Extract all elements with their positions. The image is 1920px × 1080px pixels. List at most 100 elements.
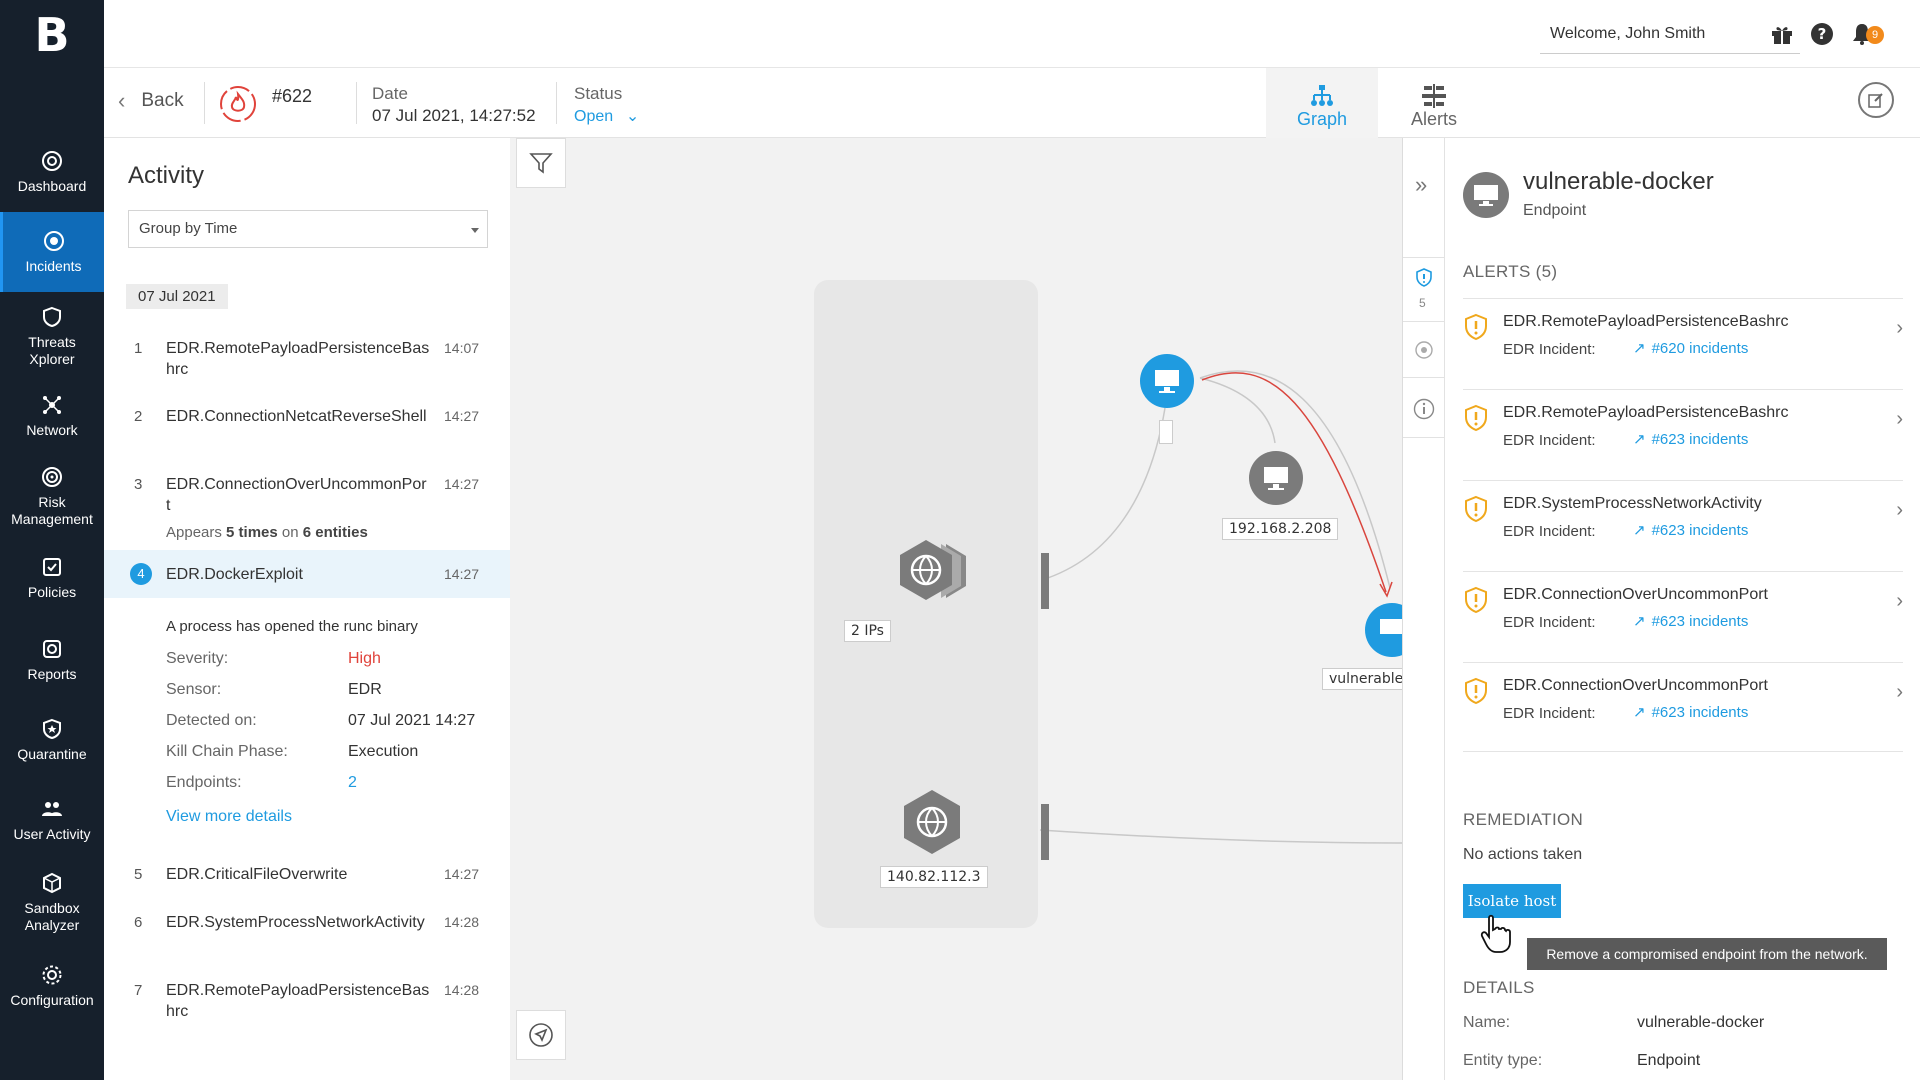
activity-item[interactable]: 6 EDR.SystemProcessNetworkActivity 14:28 [104, 910, 510, 962]
edit-icon [1868, 93, 1883, 108]
incident-link-label: #623 incidents [1651, 703, 1749, 721]
status-value: Open [574, 108, 614, 125]
activity-item[interactable]: 3 EDR.ConnectionOverUncommonPort 14:27 A… [104, 466, 510, 544]
activity-number: 7 [134, 982, 143, 999]
incident-fire-icon [220, 86, 256, 122]
gift-icon[interactable] [1770, 22, 1794, 46]
appears-times: 5 times [226, 524, 278, 541]
activity-number: 2 [134, 408, 143, 425]
tab-graph[interactable]: Graph [1266, 68, 1378, 138]
isolate-host-button[interactable]: Isolate host [1463, 884, 1561, 918]
appears-prefix: Appears [166, 524, 222, 541]
incident-id: #622 [272, 86, 313, 106]
nav-item-dashboard[interactable]: Dashboard [0, 150, 104, 210]
activity-time: 14:27 [444, 476, 480, 492]
incident-link[interactable]: ↗ #620 incidents [1633, 339, 1748, 358]
endpoints-link[interactable]: 2 [348, 774, 357, 792]
monitor-node-icon[interactable] [1138, 352, 1196, 410]
alert-row[interactable]: EDR.ConnectionOverUncommonPort EDR Incid… [1463, 571, 1903, 661]
activity-appears: Appears 5 times on 6 entities [166, 524, 368, 541]
alerts-count-button[interactable]: 5 [1403, 258, 1445, 322]
warning-shield-icon [1465, 495, 1487, 523]
graph-canvas[interactable]: 2 IPs 140.82.112.3 192.168.2.208 vulnera… [510, 138, 1415, 1080]
incident-link[interactable]: ↗ #623 incidents [1633, 612, 1748, 631]
activity-time: 14:28 [444, 914, 480, 930]
incident-link-label: #623 incidents [1651, 521, 1749, 539]
alert-sub: EDR Incident: [1503, 614, 1596, 631]
detail-label: Severity: [166, 650, 229, 667]
nav-item-network[interactable]: Network [0, 394, 104, 450]
nav-item-risk-management[interactable]: Risk Management [0, 466, 104, 536]
nav-label: Sandbox Analyzer [24, 900, 80, 933]
alert-row[interactable]: EDR.RemotePayloadPersistenceBashrc EDR I… [1463, 389, 1903, 479]
node-label: 2 IPs [844, 620, 891, 642]
nav-item-user-activity[interactable]: User Activity [0, 798, 104, 856]
hand-cursor-icon [1480, 914, 1511, 953]
globe-icon[interactable] [900, 788, 964, 858]
group-by-select[interactable]: Group by Time [128, 210, 488, 248]
alert-row[interactable]: EDR.SystemProcessNetworkActivity EDR Inc… [1463, 480, 1903, 570]
node-label: 140.82.112.3 [880, 866, 988, 888]
alert-name: EDR.SystemProcessNetworkActivity [1503, 495, 1762, 512]
warning-shield-icon [1465, 677, 1487, 705]
activity-panel: Activity Group by Time 07 Jul 2021 1 EDR… [104, 138, 510, 1080]
date-label: Date [372, 84, 408, 103]
help-icon[interactable]: ? [1810, 22, 1834, 46]
alert-sub: EDR Incident: [1503, 705, 1596, 722]
risk-icon [42, 467, 62, 487]
monitor-node-icon[interactable] [1248, 450, 1304, 506]
info-button[interactable] [1403, 378, 1445, 438]
alert-row[interactable]: EDR.ConnectionOverUncommonPort EDR Incid… [1463, 662, 1903, 752]
activity-name: EDR.RemotePayloadPersistenceBashrc [166, 982, 430, 1020]
activity-item[interactable]: 2 EDR.ConnectionNetcatReverseShell 14:27 [104, 398, 510, 450]
nav-item-quarantine[interactable]: Quarantine [0, 718, 104, 776]
status-dropdown[interactable]: Open ⌄ [574, 106, 639, 126]
activity-item[interactable]: 1 EDR.RemotePayloadPersistenceBashrc 14:… [104, 330, 510, 382]
incident-link[interactable]: ↗ #623 incidents [1633, 703, 1749, 722]
chevron-right-icon: › [1896, 590, 1903, 612]
external-link-icon: ↗ [1633, 704, 1646, 721]
activity-item-selected[interactable]: 4 EDR.DockerExploit 14:27 [104, 550, 510, 598]
monitor-node-icon[interactable] [1362, 600, 1402, 660]
graph-edge [1041, 407, 1166, 581]
activity-number: 5 [134, 866, 143, 883]
alert-description: A process has opened the runc binary [166, 618, 418, 635]
logo[interactable]: B [0, 0, 104, 70]
activity-item[interactable]: 7 EDR.RemotePayloadPersistenceBashrc 14:… [104, 978, 510, 1030]
back-button[interactable]: ‹ Back [118, 88, 184, 114]
nav-item-configuration[interactable]: Configuration [0, 964, 104, 1022]
globe-stack-icon[interactable] [894, 536, 974, 616]
nav-item-incidents[interactable]: Incidents [0, 212, 104, 292]
nav-item-policies[interactable]: Policies [0, 556, 104, 612]
sidebar: B › Dashboard Incidents Threats Xplorer … [0, 0, 118, 1080]
collapse-panel-button[interactable]: » [1403, 138, 1445, 258]
double-chevron-right-icon: » [1415, 172, 1428, 197]
chevron-right-icon: › [1896, 681, 1903, 703]
edit-button[interactable] [1858, 82, 1894, 118]
divider [556, 82, 557, 124]
date-value: 07 Jul 2021, 14:27:52 [372, 106, 536, 125]
severity-value: High [348, 650, 381, 667]
alerts-section-title: ALERTS (5) [1463, 262, 1558, 281]
nav-item-sandbox-analyzer[interactable]: Sandbox Analyzer [0, 872, 104, 942]
dashboard-icon [42, 151, 62, 171]
view-more-details-link[interactable]: View more details [166, 808, 292, 826]
detail-label: Name: [1463, 1014, 1511, 1031]
activity-name: EDR.ConnectionOverUncommonPort [166, 476, 427, 514]
tab-alerts[interactable]: Alerts [1378, 68, 1490, 138]
incident-link[interactable]: ↗ #623 incidents [1633, 430, 1748, 449]
user-menu[interactable]: Welcome, John Smith [1540, 20, 1800, 54]
nav-item-threats-xplorer[interactable]: Threats Xplorer [0, 306, 104, 370]
info-icon [1413, 398, 1435, 420]
visibility-button[interactable] [1403, 322, 1445, 378]
warning-shield-icon [1465, 313, 1487, 341]
activity-item[interactable]: 5 EDR.CriticalFileOverwrite 14:27 [104, 862, 510, 902]
alert-row[interactable]: EDR.RemotePayloadPersistenceBashrc EDR I… [1463, 298, 1903, 388]
nav-item-reports[interactable]: Reports [0, 638, 104, 694]
network-icon [43, 396, 61, 414]
node-label: 192.168.2.208 [1222, 518, 1339, 540]
nav-label: Threats Xplorer [28, 334, 76, 367]
policies-icon [43, 558, 61, 576]
entity-type: Endpoint [1523, 202, 1587, 219]
incident-link[interactable]: ↗ #623 incidents [1633, 521, 1749, 540]
